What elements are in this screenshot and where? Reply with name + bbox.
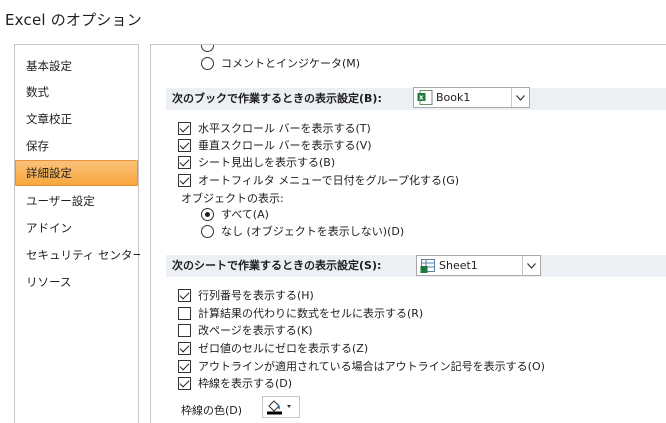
book-select[interactable]: x Book1 xyxy=(413,87,530,108)
gridline-color-label: 枠線の色(D) xyxy=(181,404,243,417)
sidebar-item-trust-center[interactable]: セキュリティ センター xyxy=(15,242,144,268)
radio-objects-all[interactable]: すべて(A) xyxy=(201,205,269,223)
chevron-down-icon[interactable] xyxy=(511,88,529,107)
radio-button[interactable] xyxy=(201,56,214,70)
sidebar-item-save[interactable]: 保存 xyxy=(15,133,138,159)
checkbox-row-zero-values[interactable]: ゼロ値のセルにゼロを表示する(Z) xyxy=(178,339,368,357)
paint-bucket-icon xyxy=(267,400,291,415)
checkbox[interactable] xyxy=(178,306,191,320)
checkbox[interactable] xyxy=(178,323,191,337)
checkbox-label: オートフィルタ メニューで日付をグループ化する(G) xyxy=(198,174,460,187)
checkbox[interactable] xyxy=(178,288,191,302)
checkbox-label: アウトラインが適用されている場合はアウトライン記号を表示する(O) xyxy=(198,360,545,373)
radio-label: なし (オブジェクトを表示しない)(D) xyxy=(221,225,405,238)
sidebar-item-formulas[interactable]: 数式 xyxy=(15,79,138,105)
checkbox-label: 水平スクロール バーを表示する(T) xyxy=(198,122,371,135)
checkbox-row-sheet-tabs[interactable]: シート見出しを表示する(B) xyxy=(178,153,335,171)
radio-label: すべて(A) xyxy=(221,208,269,221)
svg-text:x: x xyxy=(419,94,424,102)
radio-objects-none[interactable]: なし (オブジェクトを表示しない)(D) xyxy=(201,222,404,240)
options-content: コメントとインジケータ(M) 次のブックで作業するときの表示設定(B): x B… xyxy=(150,44,666,423)
checkbox-label: 枠線を表示する(D) xyxy=(198,377,293,390)
pane-gap xyxy=(140,44,150,423)
checkbox[interactable] xyxy=(178,155,191,169)
sidebar-item-addins[interactable]: アドイン xyxy=(15,215,138,241)
checkbox-row-autofilter-dates[interactable]: オートフィルタ メニューで日付をグループ化する(G) xyxy=(178,171,459,189)
checkbox[interactable] xyxy=(178,138,191,152)
sidebar-item-resources[interactable]: リソース xyxy=(15,269,138,295)
checkbox-row-vscroll[interactable]: 垂直スクロール バーを表示する(V) xyxy=(178,136,372,154)
checkbox-label: シート見出しを表示する(B) xyxy=(198,156,336,169)
chevron-down-icon xyxy=(287,405,291,408)
sidebar-item-general[interactable]: 基本設定 xyxy=(15,53,138,79)
excel-workbook-icon: x xyxy=(417,90,433,105)
sheet-icon xyxy=(420,259,435,273)
radio-button[interactable] xyxy=(201,45,214,52)
checkbox[interactable] xyxy=(178,359,191,373)
checkbox[interactable] xyxy=(178,341,191,355)
window-title: Excel のオプション xyxy=(5,11,142,29)
checkbox-row-formulas[interactable]: 計算結果の代わりに数式をセルに表示する(R) xyxy=(178,304,423,322)
radio-comment-indicator[interactable]: コメントとインジケータ(M) xyxy=(201,54,360,72)
checkbox-label: 垂直スクロール バーを表示する(V) xyxy=(198,139,372,152)
checkbox[interactable] xyxy=(178,173,191,187)
sidebar-item-customize[interactable]: ユーザー設定 xyxy=(15,188,138,214)
objects-label: オブジェクトの表示: xyxy=(181,192,284,205)
radio-label: コメントとインジケータ(M) xyxy=(221,57,361,70)
title-bar: Excel のオプション xyxy=(0,0,666,44)
checkbox-row-hscroll[interactable]: 水平スクロール バーを表示する(T) xyxy=(178,119,371,137)
radio-hidden-previous[interactable] xyxy=(201,45,221,54)
checkbox-label: 行列番号を表示する(H) xyxy=(198,289,314,302)
sidebar-item-proofing[interactable]: 文章校正 xyxy=(15,106,138,132)
checkbox[interactable] xyxy=(178,376,191,390)
gridline-color-picker[interactable] xyxy=(262,396,300,418)
options-sidebar: 基本設定 数式 文章校正 保存 詳細設定 ユーザー設定 アドイン セキュリティ … xyxy=(14,44,144,423)
radio-button[interactable] xyxy=(201,207,214,221)
checkbox[interactable] xyxy=(178,121,191,135)
checkbox-row-page-breaks[interactable]: 改ページを表示する(K) xyxy=(178,321,313,339)
checkbox-label: 計算結果の代わりに数式をセルに表示する(R) xyxy=(198,307,424,320)
sheet-select[interactable]: Sheet1 xyxy=(416,255,541,276)
book-select-value: Book1 xyxy=(436,91,471,104)
sheet-select-value: Sheet1 xyxy=(439,259,478,272)
checkbox-row-headers[interactable]: 行列番号を表示する(H) xyxy=(178,286,314,304)
book-section-title: 次のブックで作業するときの表示設定(B): xyxy=(172,92,382,105)
sidebar-item-advanced[interactable]: 詳細設定 xyxy=(15,160,138,186)
chevron-down-icon[interactable] xyxy=(522,256,540,275)
radio-button[interactable] xyxy=(201,224,214,238)
checkbox-row-gridlines[interactable]: 枠線を表示する(D) xyxy=(178,374,292,392)
checkbox-label: ゼロ値のセルにゼロを表示する(Z) xyxy=(198,342,369,355)
sheet-section-title: 次のシートで作業するときの表示設定(S): xyxy=(172,259,382,272)
checkbox-row-outline-symbols[interactable]: アウトラインが適用されている場合はアウトライン記号を表示する(O) xyxy=(178,357,545,375)
checkbox-label: 改ページを表示する(K) xyxy=(198,324,313,337)
